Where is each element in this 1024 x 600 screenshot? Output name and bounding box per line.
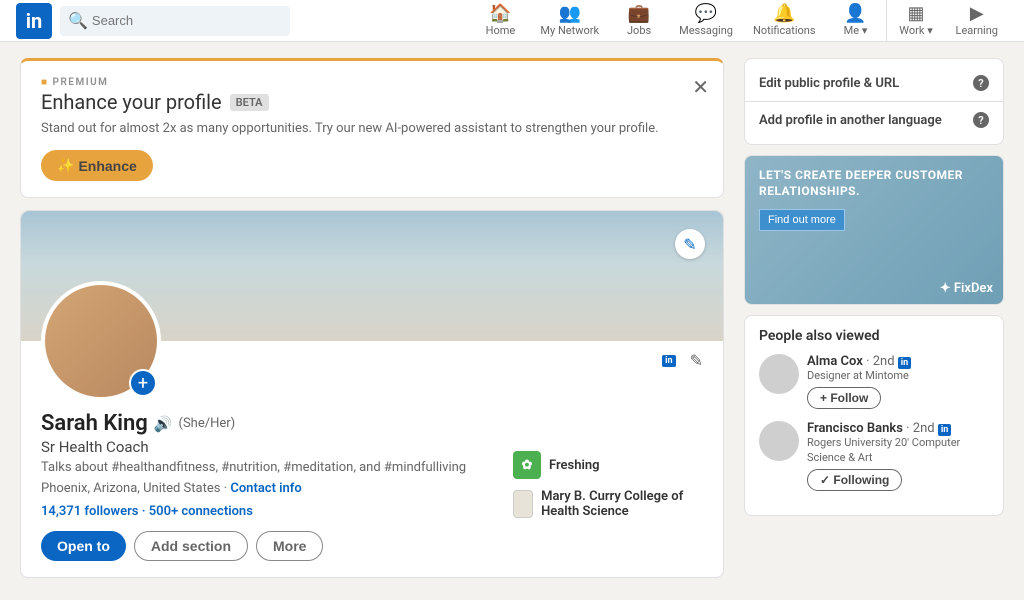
top-nav: in 🔍 🏠Home 👥My Network 💼Jobs 💬Messaging … <box>0 0 1024 42</box>
search-input[interactable] <box>92 13 282 28</box>
grid-icon: ▦ <box>908 5 925 23</box>
pav-subtitle: Designer at Mintome <box>807 369 911 383</box>
nav-notifications[interactable]: 🔔Notifications <box>743 0 826 42</box>
company-item[interactable]: ✿ Freshing <box>513 451 703 479</box>
edit-profile-button[interactable]: ✎ <box>690 351 703 370</box>
briefcase-icon: 💼 <box>628 5 650 23</box>
nav-messaging[interactable]: 💬Messaging <box>669 0 743 42</box>
help-icon[interactable]: ? <box>973 75 989 91</box>
sparkle-icon: ✨ <box>57 157 74 174</box>
nav-network[interactable]: 👥My Network <box>530 0 609 42</box>
ad-brand: ✦ FixDex <box>940 281 993 296</box>
enhance-button[interactable]: ✨Enhance <box>41 150 153 181</box>
network-icon: 👥 <box>559 5 581 23</box>
pav-avatar <box>759 354 799 394</box>
right-column: Edit public profile & URL ? Add profile … <box>744 58 1004 578</box>
public-profile-card: Edit public profile & URL ? Add profile … <box>744 58 1004 145</box>
following-button[interactable]: ✓ Following <box>807 469 902 491</box>
add-language-link[interactable]: Add profile in another language ? <box>759 108 989 132</box>
pronouns: (She/Her) <box>179 416 236 431</box>
nav-home[interactable]: 🏠Home <box>470 0 530 42</box>
pencil-icon: ✎ <box>683 235 696 254</box>
home-icon: 🏠 <box>489 5 511 23</box>
edit-banner-button[interactable]: ✎ <box>675 229 705 259</box>
premium-desc: Stand out for almost 2x as many opportun… <box>41 120 703 138</box>
main-content: ✕ PREMIUM Enhance your profile BETA Stan… <box>0 42 1024 594</box>
profile-name: Sarah King 🔊 (She/Her) <box>41 411 703 436</box>
people-also-viewed: People also viewed Alma Cox · 2nd in Des… <box>744 315 1004 516</box>
nav-work[interactable]: ▦Work ▾ <box>886 0 946 42</box>
premium-banner: ✕ PREMIUM Enhance your profile BETA Stan… <box>20 58 724 198</box>
linkedin-logo[interactable]: in <box>16 3 52 39</box>
linkedin-badge-icon[interactable]: in <box>662 355 675 367</box>
close-icon[interactable]: ✕ <box>692 75 709 99</box>
profile-banner: ✎ + <box>21 211 723 341</box>
more-button[interactable]: More <box>256 531 323 561</box>
company-logo-icon: ✿ <box>513 451 541 479</box>
premium-title: Enhance your profile BETA <box>41 90 703 114</box>
nav-jobs[interactable]: 💼Jobs <box>609 0 669 42</box>
pav-item[interactable]: Francisco Banks · 2nd in Rogers Universi… <box>759 421 989 491</box>
open-to-button[interactable]: Open to <box>41 531 126 561</box>
search-box[interactable]: 🔍 <box>60 6 290 36</box>
school-logo-icon <box>513 490 533 518</box>
pav-title: People also viewed <box>759 328 989 344</box>
pav-avatar <box>759 421 799 461</box>
connections-link[interactable]: 500+ connections <box>149 504 253 519</box>
nav-learning[interactable]: ▶Learning <box>946 0 1008 42</box>
linkedin-badge-icon: in <box>898 357 911 369</box>
education-item[interactable]: Mary B. Curry College of Health Science <box>513 489 703 519</box>
experience-summary: ✿ Freshing Mary B. Curry College of Heal… <box>513 451 703 529</box>
avatar-icon: 👤 <box>844 5 866 23</box>
profile-card: ✎ + in ✎ Sarah King 🔊 (She/Her) Sr Healt… <box>20 210 724 578</box>
linkedin-badge-icon: in <box>938 424 951 436</box>
ad-headline: LET'S CREATE DEEPER CUSTOMER RELATIONSHI… <box>759 168 989 199</box>
profile-actions: Open to Add section More <box>41 531 703 561</box>
premium-label: PREMIUM <box>41 77 703 88</box>
beta-badge: BETA <box>230 94 269 111</box>
nav-links: 🏠Home 👥My Network 💼Jobs 💬Messaging 🔔Noti… <box>470 0 1008 42</box>
ad-cta-button[interactable]: Find out more <box>759 209 845 231</box>
chat-icon: 💬 <box>695 5 717 23</box>
left-column: ✕ PREMIUM Enhance your profile BETA Stan… <box>20 58 724 578</box>
search-icon: 🔍 <box>68 11 88 30</box>
pav-subtitle: Rogers University 20' Computer Science &… <box>807 436 989 465</box>
profile-body: in ✎ Sarah King 🔊 (She/Her) Sr Health Co… <box>21 341 723 577</box>
ad-banner[interactable]: LET'S CREATE DEEPER CUSTOMER RELATIONSHI… <box>744 155 1004 305</box>
nav-me[interactable]: 👤Me ▾ <box>826 0 886 42</box>
add-section-button[interactable]: Add section <box>134 531 248 561</box>
learning-icon: ▶ <box>970 5 984 23</box>
contact-info-link[interactable]: Contact info <box>230 481 301 496</box>
speaker-icon[interactable]: 🔊 <box>154 415 173 433</box>
pav-item[interactable]: Alma Cox · 2nd in Designer at Mintome + … <box>759 354 989 409</box>
followers-link[interactable]: 14,371 followers <box>41 504 138 519</box>
edit-public-profile-link[interactable]: Edit public profile & URL ? <box>759 71 989 95</box>
bell-icon: 🔔 <box>773 5 795 23</box>
help-icon[interactable]: ? <box>973 112 989 128</box>
follow-button[interactable]: + Follow <box>807 387 881 409</box>
